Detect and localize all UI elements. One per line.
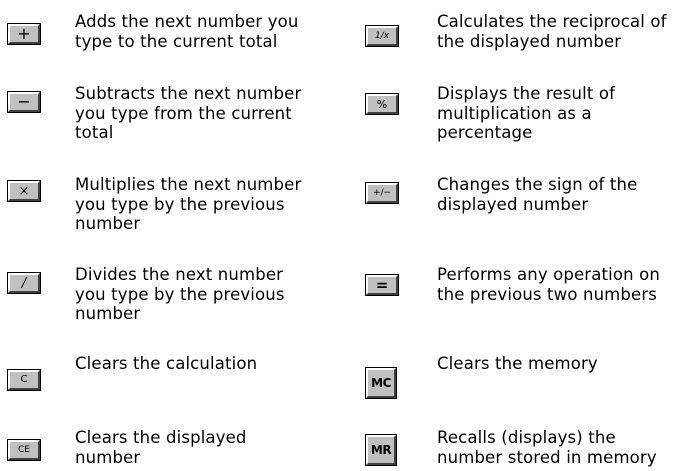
divide-description: Divides the next number you type by the … — [75, 265, 285, 323]
clear-entry-key-icon: CE — [8, 440, 40, 460]
memory-clear-key-icon: MC — [366, 368, 396, 398]
percent-description: Displays the result of multiplication as… — [437, 84, 616, 142]
equals-key-icon: = — [366, 275, 398, 295]
subtract-description: Subtracts the next number you type from … — [75, 84, 302, 142]
divide-key-icon: / — [8, 273, 40, 293]
clear-key-icon: C — [8, 370, 40, 390]
reciprocal-description: Calculates the reciprocal of the display… — [437, 12, 667, 51]
multiply-description: Multiplies the next number you type by t… — [75, 175, 302, 233]
add-key-icon: + — [8, 24, 40, 44]
sign-key-icon: +/− — [366, 183, 398, 203]
memory-clear-description: Clears the memory — [437, 354, 598, 373]
add-description: Adds the next number you type to the cur… — [75, 12, 299, 51]
sign-description: Changes the sign of the displayed number — [437, 175, 638, 214]
multiply-key-icon: × — [8, 181, 40, 201]
memory-recall-key-icon: MR — [366, 435, 396, 465]
equals-description: Performs any operation on the previous t… — [437, 265, 660, 304]
clear-entry-description: Clears the displayed number — [75, 428, 247, 467]
clear-description: Clears the calculation — [75, 354, 258, 373]
reciprocal-key-icon: 1/x — [366, 26, 398, 46]
percent-key-icon: % — [366, 94, 398, 114]
memory-recall-description: Recalls (displays) the number stored in … — [437, 428, 657, 467]
subtract-key-icon: − — [8, 92, 40, 112]
